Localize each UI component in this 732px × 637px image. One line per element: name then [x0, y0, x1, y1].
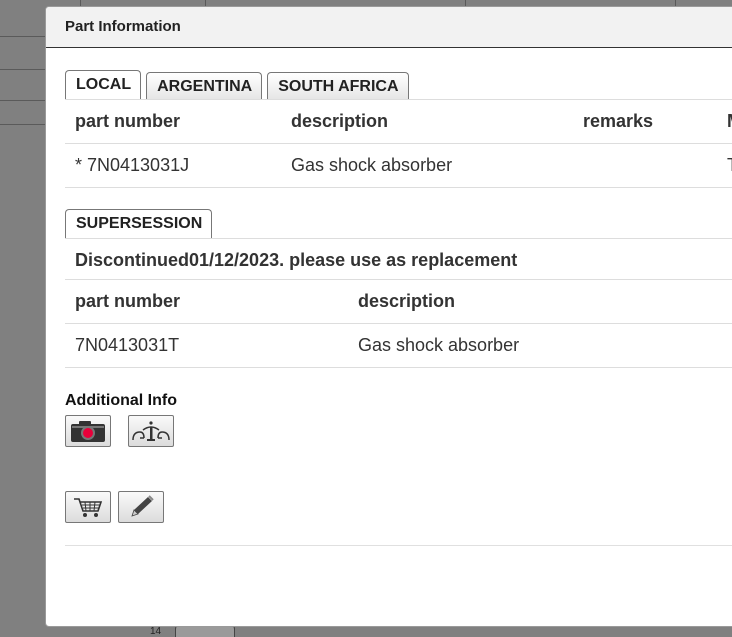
- table-row[interactable]: * 7N0413031J Gas shock absorber T: [65, 144, 732, 188]
- table-header-row: part number description: [65, 280, 732, 324]
- info-diagram-button[interactable]: [128, 415, 174, 447]
- dialog-title: Part Information: [65, 18, 181, 35]
- pencil-icon: [131, 495, 154, 517]
- column-header-part-number: part number: [75, 291, 181, 311]
- truncated-cell: T: [727, 155, 732, 176]
- camera-button[interactable]: [65, 415, 111, 447]
- additional-info-icons: [65, 415, 732, 447]
- additional-info-title: Additional Info: [65, 392, 177, 409]
- tab-supersession[interactable]: SUPERSESSION: [65, 209, 213, 238]
- background-divider: [0, 124, 50, 125]
- edit-button[interactable]: [118, 491, 164, 523]
- column-header-description: description: [358, 291, 456, 311]
- parts-table: part number description remarks M * 7N04…: [65, 99, 732, 188]
- background-figure-label: 14: [150, 626, 162, 637]
- supersession-tabs: SUPERSESSION: [65, 209, 732, 238]
- supersession-section: SUPERSESSION Discontinued01/12/2023. ple…: [65, 209, 732, 368]
- column-header-description: description: [291, 111, 389, 131]
- tab-south-africa[interactable]: SOUTH AFRICA: [267, 72, 409, 99]
- tab-argentina[interactable]: ARGENTINA: [146, 72, 263, 99]
- part-number-cell[interactable]: * 7N0413031J: [75, 155, 189, 176]
- info-diagram-icon: [132, 421, 170, 441]
- supersession-table: Discontinued01/12/2023. please use as re…: [65, 238, 732, 368]
- action-buttons: [65, 491, 732, 523]
- column-header-remarks: remarks: [583, 111, 654, 131]
- table-row[interactable]: 7N0413031T Gas shock absorber: [65, 324, 732, 368]
- dialog-titlebar[interactable]: Part Information: [46, 7, 732, 48]
- column-header-part-number: part number: [75, 111, 181, 131]
- footer-divider: [65, 545, 732, 546]
- discontinued-notice-text: Discontinued01/12/2023. please use as re…: [75, 250, 518, 270]
- discontinued-notice: Discontinued01/12/2023. please use as re…: [65, 239, 732, 280]
- background-divider: [0, 69, 50, 70]
- tab-local[interactable]: LOCAL: [65, 70, 142, 99]
- region-tabs: LOCAL ARGENTINA SOUTH AFRICA: [65, 70, 732, 99]
- background-divider: [0, 100, 50, 101]
- column-header-truncated: M: [727, 111, 732, 132]
- description-cell: Gas shock absorber: [291, 155, 453, 175]
- camera-icon: [71, 421, 105, 442]
- dialog-content: LOCAL ARGENTINA SOUTH AFRICA part number…: [65, 70, 732, 523]
- replacement-description-cell: Gas shock absorber: [358, 335, 520, 355]
- add-to-cart-button[interactable]: [65, 491, 111, 523]
- part-information-dialog: Part Information LOCAL ARGENTINA SOUTH A…: [45, 6, 732, 627]
- replacement-part-number-cell[interactable]: 7N0413031T: [75, 335, 179, 356]
- table-header-row: part number description remarks M: [65, 100, 732, 144]
- shopping-cart-icon: [74, 498, 103, 517]
- background-divider: [0, 36, 50, 37]
